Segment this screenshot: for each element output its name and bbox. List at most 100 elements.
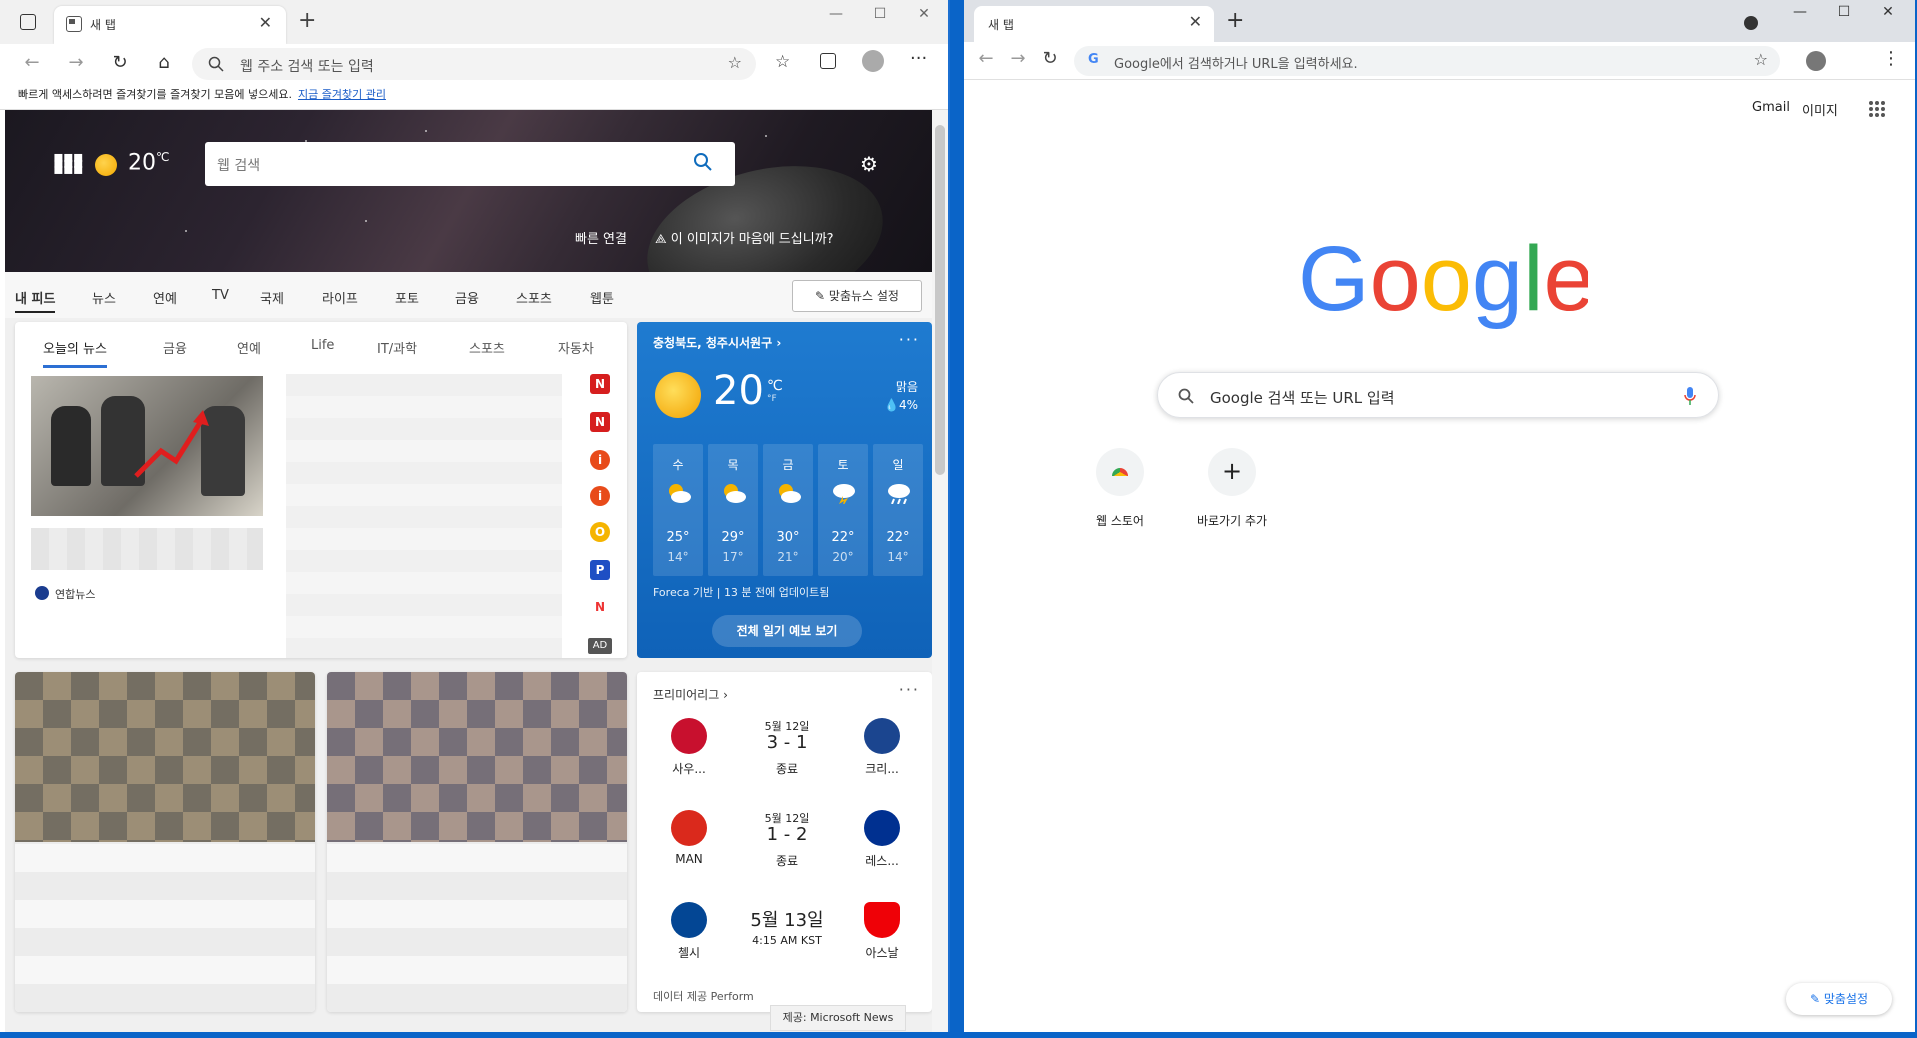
news-source-icon[interactable]: O	[590, 522, 610, 542]
refresh-button[interactable]: ↻	[1038, 48, 1062, 69]
quick-links-button[interactable]: 빠른 연결	[575, 228, 627, 247]
customize-news-button[interactable]: ✎ 맞춤뉴스 설정	[792, 280, 922, 312]
forward-button[interactable]: →	[64, 52, 88, 73]
news-tab-sports[interactable]: 스포츠	[469, 338, 505, 357]
partly-cloudy-icon	[724, 484, 746, 503]
google-search-box[interactable]: Google 검색 또는 URL 입력	[1157, 372, 1719, 418]
blurred-ad-block[interactable]	[286, 374, 562, 658]
tab-actions-icon[interactable]	[20, 14, 36, 30]
maximize-button[interactable]: ☐	[1832, 4, 1856, 20]
back-button[interactable]: ←	[20, 52, 44, 73]
feed-tab-photo[interactable]: 포토	[395, 288, 419, 307]
chrome-tab-new[interactable]: 새 탭 ✕	[974, 6, 1214, 42]
close-window-button[interactable]: ✕	[912, 6, 936, 22]
feed-tab-webtoon[interactable]: 웹툰	[590, 288, 614, 307]
feed-tab-sports[interactable]: 스포츠	[516, 288, 552, 307]
news-card-blurred[interactable]	[327, 672, 627, 1012]
forecast-day[interactable]: 수 25° 14°	[653, 444, 703, 576]
edge-tab-new[interactable]: 새 탭 ✕	[54, 6, 286, 44]
gear-icon[interactable]: ⚙	[860, 152, 878, 176]
shortcut-add[interactable]: + 바로가기 추가	[1176, 448, 1288, 529]
news-source-icon[interactable]: N	[590, 374, 610, 394]
close-tab-icon[interactable]: ✕	[1189, 12, 1202, 31]
add-favorite-icon[interactable]: ☆	[728, 53, 742, 72]
profile-avatar[interactable]	[862, 50, 884, 72]
news-tab-it-science[interactable]: IT/과학	[377, 338, 417, 357]
news-tab-finance[interactable]: 금융	[163, 338, 187, 357]
blurred-text	[15, 842, 315, 1012]
match-row[interactable]: 첼시 5월 13일 4:15 AM KST 아스날	[637, 896, 932, 988]
more-menu-icon[interactable]: ⋮	[1882, 48, 1900, 69]
minimize-button[interactable]: —	[824, 6, 848, 22]
league-header[interactable]: 프리미어리그 ›	[653, 686, 728, 703]
news-card-blurred[interactable]	[15, 672, 315, 1012]
new-tab-button[interactable]: +	[298, 8, 316, 33]
temperature-unit-toggle[interactable]: ℃ °F	[767, 379, 783, 406]
full-forecast-button[interactable]: 전체 일기 예보 보기	[712, 615, 862, 647]
news-tab-today[interactable]: 오늘의 뉴스	[43, 338, 107, 368]
gmail-link[interactable]: Gmail	[1752, 100, 1790, 115]
forecast-day[interactable]: 금 30° 21°	[763, 444, 813, 576]
collections-icon[interactable]	[820, 53, 836, 69]
forecast-day[interactable]: 토 22° 20°	[818, 444, 868, 576]
tab-search-icon[interactable]	[1744, 16, 1758, 30]
profile-avatar[interactable]	[1806, 51, 1826, 71]
feed-tab-life[interactable]: 라이프	[322, 288, 358, 307]
like-image-button[interactable]: ⟁ 이 이미지가 마음에 드십니까?	[655, 228, 834, 247]
customize-chrome-button[interactable]: ✎ 맞춤설정	[1786, 983, 1892, 1015]
weather-location[interactable]: 충청북도, 청주시서원구 ›	[653, 334, 781, 351]
feed-tab-news[interactable]: 뉴스	[92, 288, 116, 307]
match-status: 4:15 AM KST	[752, 934, 822, 947]
feed-tab-entertainment[interactable]: 연예	[153, 288, 177, 307]
feed-tab-world[interactable]: 국제	[260, 288, 284, 307]
news-source-icon[interactable]: i	[590, 450, 610, 470]
more-menu-icon[interactable]: ···	[910, 48, 927, 69]
more-options-icon[interactable]: ···	[899, 680, 920, 699]
edge-scrollbar-thumb[interactable]	[935, 125, 945, 475]
close-window-button[interactable]: ✕	[1876, 4, 1900, 20]
refresh-button[interactable]: ↻	[108, 52, 132, 73]
search-icon[interactable]	[693, 152, 713, 172]
sun-icon	[655, 372, 701, 418]
feed-tab-tv[interactable]: TV	[212, 288, 229, 303]
chrome-toolbar: ← → ↻ G Google에서 검색하거나 URL을 입력하세요. ☆ ⋮	[964, 42, 1915, 80]
manage-favorites-link[interactable]: 지금 즐겨찾기 관리	[298, 88, 386, 101]
news-source-icon[interactable]: N	[590, 412, 610, 432]
news-tab-life[interactable]: Life	[311, 338, 334, 353]
maximize-button[interactable]: ☐	[868, 6, 892, 22]
more-options-icon[interactable]: ···	[899, 330, 920, 349]
new-tab-button[interactable]: +	[1226, 8, 1244, 33]
bookmark-star-icon[interactable]: ☆	[1754, 50, 1768, 69]
forecast-day[interactable]: 일 22° 14°	[873, 444, 923, 576]
shortcut-web-store[interactable]: 웹 스토어	[1064, 448, 1176, 529]
favorites-icon[interactable]: ☆	[775, 52, 790, 72]
minimize-button[interactable]: —	[1788, 4, 1812, 20]
news-source-icon[interactable]: P	[590, 560, 610, 580]
images-link[interactable]: 이미지	[1802, 100, 1838, 119]
web-search-box[interactable]: 웹 검색	[205, 142, 735, 186]
news-photo[interactable]	[31, 376, 263, 516]
close-tab-icon[interactable]: ✕	[259, 13, 272, 32]
home-team: MAN	[675, 852, 703, 866]
news-tab-entertainment[interactable]: 연예	[237, 338, 261, 357]
news-source-icon[interactable]: N	[590, 597, 610, 617]
hero-temperature[interactable]: 20℃	[128, 150, 169, 175]
google-apps-icon[interactable]	[1868, 100, 1886, 118]
match-row[interactable]: 사우... 5월 12일 3 - 1 종료 크리...	[637, 712, 932, 804]
microphone-icon[interactable]	[1684, 386, 1696, 406]
app-launcher-icon[interactable]: ▪▪▪ ▪▪▪ ▪▪▪	[53, 149, 84, 177]
weather-card[interactable]: 충청북도, 청주시서원구 › ··· 20 ℃ °F 맑음 💧4% 수 25° 14° …	[637, 322, 932, 658]
match-row[interactable]: MAN 5월 12일 1 - 2 종료 레스...	[637, 804, 932, 896]
blurred-headline[interactable]	[31, 528, 263, 570]
back-button[interactable]: ←	[974, 48, 998, 69]
address-placeholder: 웹 주소 검색 또는 입력	[240, 59, 374, 75]
home-button[interactable]: ⌂	[152, 52, 176, 73]
edge-address-bar[interactable]: 웹 주소 검색 또는 입력 ☆	[192, 48, 756, 80]
feed-tab-finance[interactable]: 금융	[455, 288, 479, 307]
news-source-icon[interactable]: i	[590, 486, 610, 506]
forward-button[interactable]: →	[1006, 48, 1030, 69]
forecast-day[interactable]: 목 29° 17°	[708, 444, 758, 576]
news-tab-auto[interactable]: 자동차	[558, 338, 594, 357]
feed-tab-my-feed[interactable]: 내 피드	[15, 288, 56, 313]
chrome-address-bar[interactable]: G Google에서 검색하거나 URL을 입력하세요. ☆	[1074, 46, 1780, 76]
